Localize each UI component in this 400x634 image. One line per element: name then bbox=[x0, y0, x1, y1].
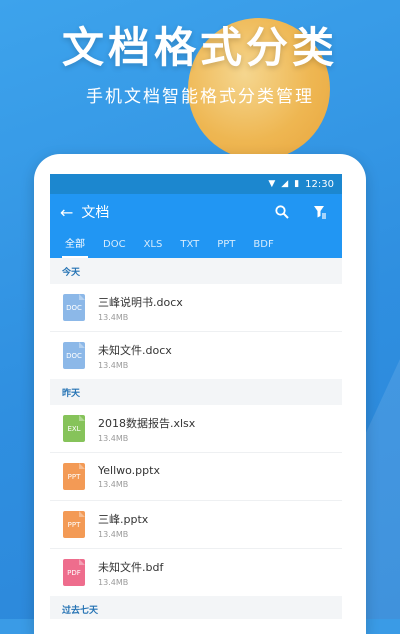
file-size: 13.4MB bbox=[98, 480, 129, 489]
tab-xls[interactable]: XLS bbox=[135, 239, 172, 258]
doc-file-icon: DOC bbox=[63, 342, 85, 369]
file-size: 13.4MB bbox=[98, 577, 129, 587]
hero-title: 文档格式分类 bbox=[61, 23, 338, 72]
tab-doc[interactable]: DOC bbox=[94, 239, 135, 258]
hero-subtitle: 手机文档智能格式分类管理 bbox=[86, 87, 314, 107]
tab-bdf[interactable]: BDF bbox=[244, 239, 282, 258]
file-name: 三峰说明书.docx bbox=[98, 295, 183, 309]
section-header-yesterday: 昨天 bbox=[50, 379, 342, 405]
list-item[interactable]: PDF 未知文件.bdf 13.4MB bbox=[50, 549, 342, 596]
file-size: 13.4MB bbox=[98, 529, 129, 539]
section-header-today: 今天 bbox=[50, 258, 342, 284]
file-size: 13.4MB bbox=[98, 360, 129, 370]
ppt-file-icon: PPT bbox=[63, 511, 85, 538]
file-name: 未知文件.bdf bbox=[98, 560, 164, 574]
status-bar: ▼ ◢ ▮ 12:30 bbox=[50, 174, 342, 194]
file-name: 三峰.pptx bbox=[98, 512, 149, 526]
wifi-icon: ▼ bbox=[268, 178, 276, 189]
tab-bar: 全部 DOC XLS TXT PPT BDF bbox=[50, 230, 342, 258]
list-item[interactable]: DOC 三峰说明书.docx 13.4MB bbox=[50, 284, 342, 332]
xls-file-icon: EXL bbox=[63, 415, 85, 442]
list-item[interactable]: PPT Yellwo.pptx 13.4MB bbox=[50, 453, 342, 501]
doc-file-icon: DOC bbox=[63, 294, 85, 321]
list-item[interactable]: EXL 2018数据报告.xlsx 13.4MB bbox=[50, 405, 342, 453]
tab-txt[interactable]: TXT bbox=[171, 239, 208, 258]
search-icon[interactable] bbox=[270, 200, 294, 224]
section-header-past-week: 过去七天 bbox=[50, 596, 342, 619]
list-item[interactable]: PPT 三峰.pptx 13.4MB bbox=[50, 501, 342, 549]
battery-icon: ▮ bbox=[294, 178, 300, 189]
tab-ppt[interactable]: PPT bbox=[208, 239, 244, 258]
tab-all[interactable]: 全部 bbox=[56, 235, 94, 258]
pdf-file-icon: PDF bbox=[63, 559, 85, 586]
app-bar: ← 文档 bbox=[50, 194, 342, 230]
file-name: 未知文件.docx bbox=[98, 343, 172, 357]
filter-icon[interactable] bbox=[308, 200, 332, 224]
ppt-file-icon: PPT bbox=[63, 463, 85, 490]
arrow-left-icon[interactable]: ← bbox=[60, 203, 73, 222]
app-bar-title: 文档 bbox=[81, 205, 110, 221]
file-size: 13.4MB bbox=[98, 433, 129, 443]
list-item[interactable]: DOC 未知文件.docx 13.4MB bbox=[50, 332, 342, 379]
status-time: 12:30 bbox=[305, 178, 334, 190]
file-name: 2018数据报告.xlsx bbox=[98, 416, 196, 430]
signal-icon: ◢ bbox=[281, 178, 289, 189]
file-name: Yellwo.pptx bbox=[98, 464, 160, 477]
file-size: 13.4MB bbox=[98, 312, 129, 322]
phone-screen: ▼ ◢ ▮ 12:30 ← 文档 全部 DOC XLS TXT PPT BDF … bbox=[50, 174, 342, 619]
